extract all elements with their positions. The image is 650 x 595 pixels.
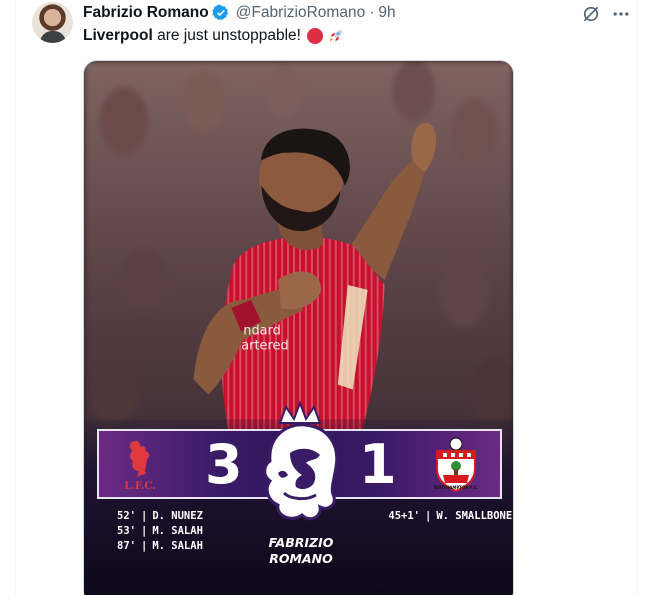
scorer-minute: 87'	[117, 540, 136, 552]
scorer-row: 53' | M. SALAH	[98, 524, 203, 539]
more-options-icon[interactable]	[611, 4, 631, 24]
away-score: 1	[359, 433, 397, 496]
header-separator: ·	[369, 4, 375, 21]
shirt-sponsor-line1: ndard	[243, 324, 281, 339]
tweet-media-image[interactable]: ndard artered L.F.C. 3 1 SOUTHAMPTON F.C…	[83, 60, 514, 595]
home-score: 3	[205, 433, 243, 496]
scorer-separator: |	[141, 540, 148, 552]
premier-league-lion-logo	[263, 401, 339, 521]
liverpool-crest-icon: L.F.C.	[124, 440, 156, 492]
scorer-separator: |	[141, 510, 148, 522]
scorer-name: M. SALAH	[152, 525, 203, 537]
red-circle-emoji	[306, 28, 323, 44]
scorer-minute: 52'	[117, 510, 136, 522]
liverpool-crest-text: L.F.C.	[124, 481, 155, 492]
tweet-text-team: Liverpool	[83, 27, 153, 44]
scorer-minute: 53'	[117, 525, 136, 537]
signature-line-1: FABRIZIO	[268, 535, 334, 550]
grok-icon[interactable]	[581, 4, 601, 24]
scorer-row: 52' | D. NUNEZ	[98, 509, 203, 524]
away-scorers-list: 45+1' | W. SMALLBONE	[372, 509, 512, 524]
southampton-crest-icon: SOUTHAMPTON F.C.	[434, 437, 479, 493]
scorer-name: M. SALAH	[152, 540, 203, 552]
verified-badge-icon[interactable]	[211, 4, 230, 22]
scorer-name: D. NUNEZ	[152, 510, 203, 522]
tweet-header: Fabrizio Romano @FabrizioRomano · 9h	[83, 3, 396, 23]
scorer-row: 87' | M. SALAH	[98, 539, 203, 554]
home-scorers-list: 52' | D. NUNEZ 53' | M. SALAH 87' | M. S…	[98, 509, 203, 554]
graphic-signature: FABRIZIO ROMANO	[251, 535, 351, 567]
scorer-name: W. SMALLBONE	[436, 510, 513, 522]
scorer-separator: |	[141, 525, 148, 537]
author-handle[interactable]: @FabrizioRomano	[236, 4, 365, 22]
scorer-minute: 45+1'	[388, 510, 420, 522]
tweet-timestamp[interactable]: 9h	[378, 4, 395, 22]
author-avatar[interactable]	[32, 2, 73, 43]
rocket-emoji	[329, 30, 342, 42]
tweet-text: Liverpool are just unstoppable!	[83, 26, 345, 46]
shirt-sponsor-line2: artered	[241, 339, 288, 354]
southampton-crest-text: SOUTHAMPTON F.C.	[434, 485, 479, 490]
timeline-border-left	[15, 0, 16, 595]
scorer-separator: |	[425, 510, 432, 522]
author-display-name[interactable]: Fabrizio Romano	[83, 4, 209, 22]
timeline-border-right	[636, 0, 637, 595]
signature-line-2: ROMANO	[269, 551, 333, 566]
tweet-text-body: are just unstoppable!	[152, 27, 301, 44]
scorer-row: 45+1' | W. SMALLBONE	[372, 509, 512, 524]
